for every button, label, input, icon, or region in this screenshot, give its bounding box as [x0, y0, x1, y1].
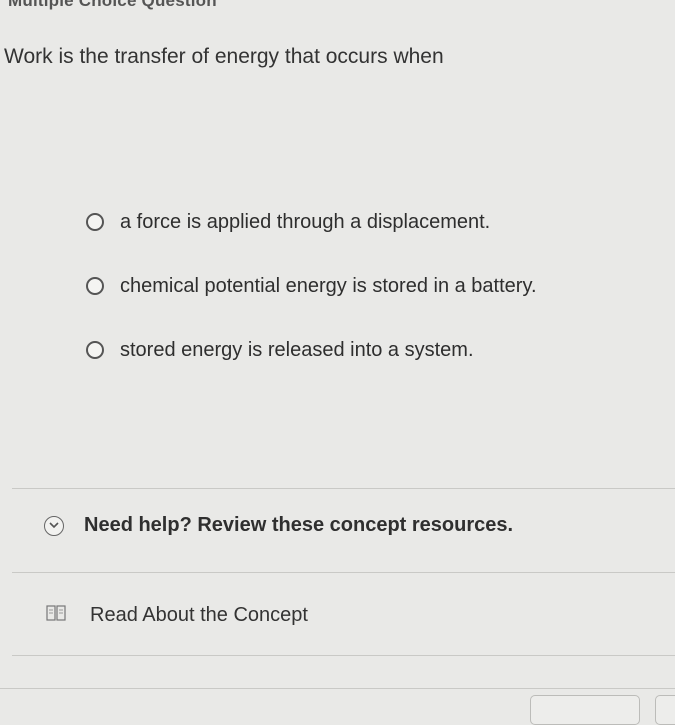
- divider: [12, 488, 675, 489]
- book-icon: [46, 604, 66, 627]
- answer-option-label: a force is applied through a displacemen…: [120, 210, 491, 233]
- divider: [0, 688, 675, 689]
- question-type-header: Multiple Choice Question: [8, 0, 217, 10]
- answer-option-c[interactable]: stored energy is released into a system.: [86, 333, 537, 367]
- answer-option-label: chemical potential energy is stored in a…: [120, 274, 537, 297]
- radio-button[interactable]: [86, 213, 104, 231]
- answer-option-b[interactable]: chemical potential energy is stored in a…: [86, 269, 537, 303]
- answer-option-a[interactable]: a force is applied through a displacemen…: [86, 205, 537, 239]
- answer-option-label: stored energy is released into a system.: [120, 338, 474, 361]
- divider: [12, 655, 675, 656]
- concept-resources-toggle[interactable]: Need help? Review these concept resource…: [44, 514, 513, 537]
- footer-button[interactable]: [530, 695, 640, 725]
- divider: [12, 572, 675, 573]
- radio-button[interactable]: [86, 277, 104, 295]
- question-text: Work is the transfer of energy that occu…: [4, 45, 444, 68]
- chevron-down-icon: [44, 515, 64, 536]
- radio-button[interactable]: [86, 341, 104, 359]
- footer-button[interactable]: [655, 695, 675, 725]
- concept-resources-label: Need help? Review these concept resource…: [84, 514, 514, 536]
- resource-label: Read About the Concept: [90, 604, 308, 626]
- answer-options: a force is applied through a displacemen…: [86, 205, 537, 397]
- read-about-concept-link[interactable]: Read About the Concept: [46, 604, 308, 627]
